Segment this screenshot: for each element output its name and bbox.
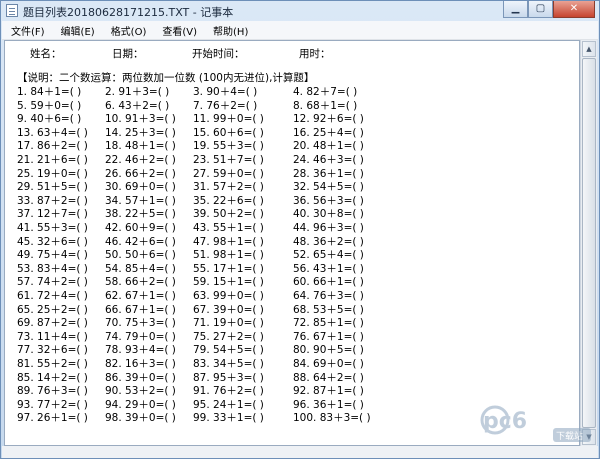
vertical-scrollbar[interactable]: ▲ ▼	[580, 40, 597, 446]
problem-item: 98. 39＋0=( )	[105, 412, 176, 425]
maximize-icon: ▢	[535, 3, 546, 14]
scroll-thumb[interactable]	[582, 58, 596, 428]
title-bar[interactable]: 题目列表20180628171215.TXT - 记事本 ▁ ▢ ✕	[1, 1, 599, 21]
date-field-label: 日期：	[112, 48, 144, 60]
menu-help[interactable]: 帮助(H)	[204, 23, 255, 38]
notepad-window: 题目列表20180628171215.TXT - 记事本 ▁ ▢ ✕ 文件(F)…	[0, 0, 600, 459]
menu-bar: 文件(F) 编辑(E) 格式(O) 查看(V) 帮助(H)	[2, 21, 598, 40]
duration-field-label: 用时：	[299, 48, 331, 60]
close-button[interactable]: ✕	[553, 1, 595, 18]
menu-edit[interactable]: 编辑(E)	[52, 23, 102, 38]
menu-view[interactable]: 查看(V)	[153, 23, 204, 38]
watermark-subtext: 下载站	[556, 430, 583, 442]
close-icon: ✕	[569, 3, 579, 14]
minimize-button[interactable]: ▁	[503, 1, 528, 18]
window-controls: ▁ ▢ ✕	[503, 1, 595, 19]
menu-format[interactable]: 格式(O)	[102, 23, 154, 38]
scroll-up-icon[interactable]: ▲	[582, 41, 596, 57]
maximize-button[interactable]: ▢	[528, 1, 553, 18]
name-field-label: 姓名：	[30, 48, 62, 60]
notepad-icon[interactable]	[6, 4, 18, 17]
instruction-line: 【说明：二个数运算：两位数加一位数 (100内无进位),计算题】	[17, 72, 315, 84]
menu-file[interactable]: 文件(F)	[2, 23, 52, 38]
problem-item: 99. 33＋1=( )	[193, 412, 264, 425]
problem-item: 100. 83＋3=( )	[293, 412, 371, 425]
minimize-icon: ▁	[511, 3, 520, 14]
problem-item: 97. 26＋1=( )	[17, 412, 88, 425]
start-time-field-label: 开始时间：	[192, 48, 245, 60]
watermark-text: pc6	[483, 409, 527, 434]
pc6-watermark-logo: pc6 下载站	[480, 405, 591, 442]
window-title: 题目列表20180628171215.TXT - 记事本	[23, 6, 234, 19]
text-editor[interactable]: 姓名： 日期： 开始时间： 用时： 【说明：二个数运算：两位数加一位数 (100…	[4, 40, 580, 446]
